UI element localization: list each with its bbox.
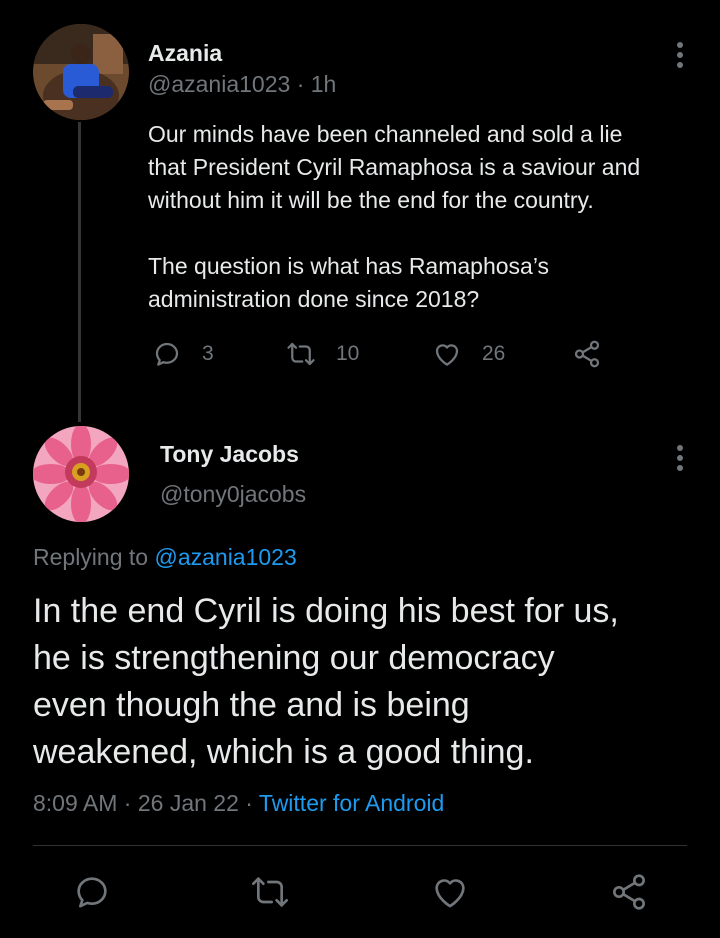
avatar-tony-jacobs[interactable] xyxy=(33,426,129,522)
reply-button[interactable] xyxy=(72,872,112,912)
heart-icon xyxy=(435,879,465,908)
tweet-text-line: without him it will be the end for the c… xyxy=(148,187,594,213)
parent-tweet-time[interactable]: 1h xyxy=(311,71,337,97)
meta-separator: · xyxy=(296,71,305,97)
parent-author-meta: @azania1023 · 1h xyxy=(148,71,336,98)
retweet-icon xyxy=(287,342,315,366)
tweet-text-line: even though the and is being xyxy=(33,686,470,724)
tweet-text-line: weakened, which is a good thing. xyxy=(33,733,534,771)
thread-connector-line xyxy=(78,122,81,422)
share-button[interactable] xyxy=(609,872,649,912)
tweet-text-line: In the end Cyril is doing his best for u… xyxy=(33,592,619,630)
tweet-metadata: 8:09 AM · 26 Jan 22 · Twitter for Androi… xyxy=(33,790,444,817)
tweet-text-line: Our minds have been channeled and sold a… xyxy=(148,121,623,147)
avatar-azania[interactable] xyxy=(33,24,129,120)
retweet-count: 10 xyxy=(336,342,360,365)
reply-count: 3 xyxy=(202,342,214,365)
retweet-icon xyxy=(252,877,288,907)
replying-to-link[interactable]: @azania1023 xyxy=(154,544,296,570)
divider xyxy=(33,845,687,846)
replying-to-label: Replying to xyxy=(33,544,149,570)
main-tweet-text: In the end Cyril is doing his best for u… xyxy=(33,588,693,776)
reply-icon xyxy=(155,342,179,366)
share-icon xyxy=(574,340,600,368)
tweet-text-line: that President Cyril Ramaphosa is a savi… xyxy=(148,154,641,180)
retweet-button[interactable]: 10 xyxy=(286,338,359,370)
tweet-date[interactable]: 26 Jan 22 xyxy=(138,790,239,816)
like-button[interactable]: 26 xyxy=(432,338,505,370)
replying-to: Replying to @azania1023 xyxy=(33,544,297,571)
retweet-button[interactable] xyxy=(250,872,290,912)
more-vertical-icon[interactable] xyxy=(668,443,692,473)
tweet-text-line: administration done since 2018? xyxy=(148,286,480,312)
parent-tweet-text: Our minds have been channeled and sold a… xyxy=(148,118,708,316)
meta-separator: · xyxy=(123,790,132,816)
heart-icon xyxy=(435,344,459,366)
tweet-text-line: The question is what has Ramaphosa’s xyxy=(148,253,550,279)
main-author-handle[interactable]: @tony0jacobs xyxy=(160,481,306,508)
tweet-text-line: he is strengthening our democracy xyxy=(33,639,555,677)
main-author-name[interactable]: Tony Jacobs xyxy=(160,441,299,468)
like-count: 26 xyxy=(482,342,506,365)
tweet-time[interactable]: 8:09 AM xyxy=(33,790,117,816)
share-button[interactable] xyxy=(572,338,602,370)
parent-author-handle[interactable]: @azania1023 xyxy=(148,71,290,97)
parent-author-name[interactable]: Azania xyxy=(148,40,222,67)
more-vertical-icon[interactable] xyxy=(668,40,692,70)
share-icon xyxy=(613,874,645,910)
reply-button[interactable]: 3 xyxy=(152,338,214,370)
like-button[interactable] xyxy=(430,872,470,912)
tweet-source[interactable]: Twitter for Android xyxy=(259,790,444,816)
meta-separator: · xyxy=(245,790,253,816)
reply-icon xyxy=(77,877,107,908)
